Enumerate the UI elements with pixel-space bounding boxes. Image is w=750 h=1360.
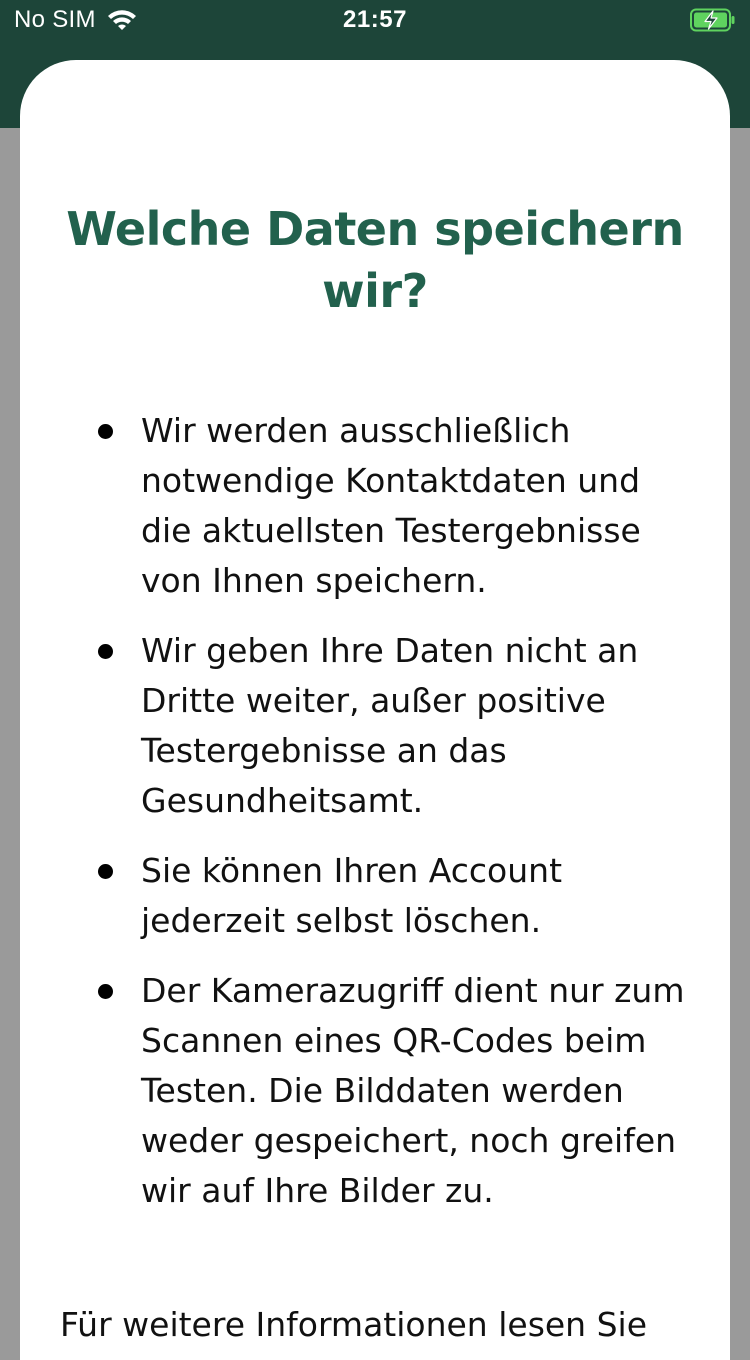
- info-sheet: Welche Daten speichern wir? Wir werden a…: [20, 60, 730, 1360]
- status-time: 21:57: [343, 6, 407, 33]
- list-item-text: Sie können Ihren Account jederzeit selbs…: [141, 851, 563, 940]
- list-item-text: Der Kamerazugriff dient nur zum Scannen …: [141, 971, 685, 1210]
- more-info-text: Für weitere Informationen lesen Sie: [60, 1305, 648, 1344]
- page-title: Welche Daten speichern wir?: [66, 202, 684, 318]
- bullet-icon: [98, 644, 113, 659]
- status-bar: No SIM 21:57: [0, 0, 750, 42]
- bullet-icon: [98, 864, 113, 879]
- bullet-icon: [98, 424, 113, 439]
- list-item: Sie können Ihren Account jederzeit selbs…: [98, 846, 698, 946]
- list-item: Wir werden ausschließlich notwendige Kon…: [98, 406, 698, 606]
- list-item: Wir geben Ihre Daten nicht an Dritte wei…: [98, 626, 698, 826]
- list-item: Der Kamerazugriff dient nur zum Scannen …: [98, 966, 698, 1216]
- list-item-text: Wir werden ausschließlich notwendige Kon…: [141, 411, 641, 600]
- data-policy-list: Wir werden ausschließlich notwendige Kon…: [98, 406, 698, 1236]
- battery-charging-icon: [690, 8, 735, 32]
- bullet-icon: [98, 984, 113, 999]
- list-item-text: Wir geben Ihre Daten nicht an Dritte wei…: [141, 631, 639, 820]
